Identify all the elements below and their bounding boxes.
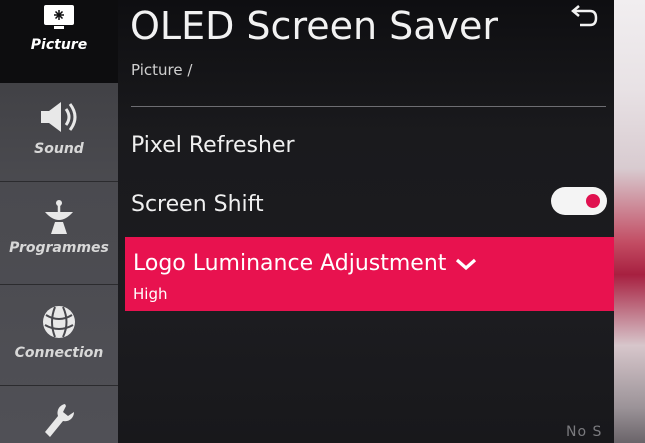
sidebar-item-sound[interactable]: Sound bbox=[0, 83, 118, 182]
sidebar-item-label: Connection bbox=[14, 345, 104, 361]
header-divider bbox=[131, 106, 606, 107]
breadcrumb: Picture / bbox=[131, 61, 193, 79]
toggle-knob bbox=[586, 194, 600, 208]
sidebar-item-label: Sound bbox=[34, 141, 84, 157]
satellite-dish-icon bbox=[45, 200, 73, 234]
pixel-refresher-item[interactable]: Pixel Refresher bbox=[131, 133, 295, 158]
chevron-down-icon bbox=[456, 258, 477, 271]
picture-icon bbox=[44, 5, 74, 29]
speaker-icon bbox=[41, 102, 77, 132]
sidebar-item-picture[interactable]: Picture bbox=[0, 0, 118, 83]
background-text: No S bbox=[566, 424, 603, 440]
globe-icon bbox=[43, 306, 75, 338]
logo-luminance-label-row: Logo Luminance Adjustment bbox=[133, 251, 478, 276]
sidebar-item-programmes[interactable]: Programmes bbox=[0, 182, 118, 285]
sidebar-item-label: Picture bbox=[30, 37, 88, 53]
screen-shift-toggle[interactable] bbox=[551, 187, 607, 215]
screen-shift-item[interactable]: Screen Shift bbox=[131, 192, 264, 217]
page-title: OLED Screen Saver bbox=[130, 4, 499, 48]
background-picture-edge bbox=[614, 0, 645, 443]
oled-screen-saver-screen: No S Picture Sound Programmes Connection… bbox=[0, 0, 645, 443]
wrench-icon bbox=[45, 404, 75, 437]
sidebar-item-connection[interactable]: Connection bbox=[0, 285, 118, 386]
category-sidebar: Picture Sound Programmes Connection bbox=[0, 0, 118, 443]
logo-luminance-value: High bbox=[133, 285, 168, 303]
sidebar-item-label: Programmes bbox=[9, 240, 109, 256]
logo-luminance-label: Logo Luminance Adjustment bbox=[133, 251, 447, 276]
sidebar-item-general[interactable] bbox=[0, 386, 118, 443]
back-icon[interactable] bbox=[565, 4, 599, 32]
logo-luminance-adjustment-item[interactable]: Logo Luminance Adjustment High bbox=[125, 237, 614, 311]
